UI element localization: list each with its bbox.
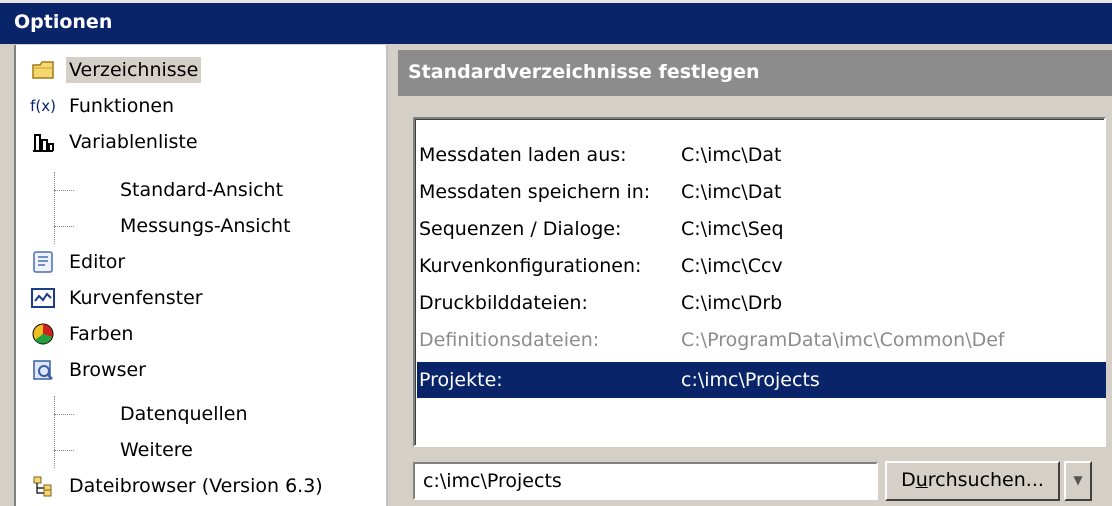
tree-item-weitere[interactable]: Weitere <box>16 432 193 468</box>
folder-icon <box>30 57 56 83</box>
tree-item-standard-ansicht[interactable]: Standard-Ansicht <box>16 172 283 208</box>
tree-item-label: Weitere <box>120 439 193 461</box>
directory-label: Projekte: <box>419 369 503 391</box>
directory-label: Messdaten laden aus: <box>419 144 627 166</box>
tree-item-editor[interactable]: Editor <box>16 244 128 280</box>
directory-row[interactable]: Messdaten speichern in: C:\imc\Dat <box>417 174 1106 210</box>
tree-item-verzeichnisse[interactable]: Verzeichnisse <box>16 52 202 88</box>
tree-item-farben[interactable]: Farben <box>16 316 136 352</box>
browse-label-pre: D <box>901 469 916 491</box>
directory-label: Druckbilddateien: <box>419 292 588 314</box>
curve-window-icon <box>30 285 56 311</box>
window-title-bar: Optionen <box>0 0 1112 44</box>
browse-label-post: rchsuchen... <box>927 469 1044 491</box>
directory-label: Definitionsdateien: <box>419 329 600 351</box>
tree-item-label: Browser <box>69 359 146 381</box>
tree-item-label: Datenquellen <box>120 403 248 425</box>
path-input-value: c:\imc\Projects <box>423 470 562 492</box>
tree-item-funktionen[interactable]: f(x) Funktionen <box>16 88 177 124</box>
tree-item-browser[interactable]: Browser <box>16 352 149 388</box>
tree-item-label: Funktionen <box>69 95 175 117</box>
tree-item-label: Editor <box>69 251 126 273</box>
directory-list[interactable]: Messdaten laden aus: C:\imc\Dat Messdate… <box>413 117 1106 447</box>
tree-item-label: Kurvenfenster <box>69 287 203 309</box>
options-tree[interactable]: Verzeichnisse f(x) Funktionen Variablenl… <box>14 45 388 506</box>
directory-path: C:\imc\Ccv <box>681 255 783 277</box>
splitter[interactable] <box>388 45 398 506</box>
directory-row[interactable]: Druckbilddateien: C:\imc\Drb <box>417 285 1106 321</box>
directory-row[interactable]: Sequenzen / Dialoge: C:\imc\Seq <box>417 211 1106 247</box>
browser-icon <box>30 357 56 383</box>
panel-title: Standardverzeichnisse festlegen <box>408 61 760 83</box>
file-browser-icon <box>30 473 56 499</box>
browse-label-mnemonic: u <box>915 469 928 491</box>
directory-row-selected[interactable]: Projekte: c:\imc\Projects <box>417 362 1106 398</box>
tree-item-datenquellen[interactable]: Datenquellen <box>16 396 248 432</box>
tree-item-label: Farben <box>69 323 134 345</box>
directory-path: C:\imc\Dat <box>681 181 782 203</box>
directory-path: C:\ProgramData\imc\Common\Def <box>681 329 1005 351</box>
directory-row-disabled: Definitionsdateien: C:\ProgramData\imc\C… <box>417 322 1106 358</box>
editor-icon <box>30 249 56 275</box>
chevron-down-icon: ▼ <box>1073 473 1083 487</box>
variable-list-icon <box>30 129 56 155</box>
directory-path: C:\imc\Dat <box>681 144 782 166</box>
colors-icon <box>30 321 56 347</box>
directory-label: Kurvenkonfigurationen: <box>419 255 642 277</box>
tree-item-label: Dateibrowser (Version 6.3) <box>69 475 323 497</box>
directory-path: c:\imc\Projects <box>681 369 820 391</box>
browse-button[interactable]: Durchsuchen... <box>885 461 1060 501</box>
tree-item-label: Messungs-Ansicht <box>120 215 291 237</box>
panel-header: Standardverzeichnisse festlegen <box>398 50 1112 96</box>
directory-path: C:\imc\Seq <box>681 218 784 240</box>
directory-row[interactable]: Messdaten laden aus: C:\imc\Dat <box>417 137 1106 173</box>
tree-item-messungs-ansicht[interactable]: Messungs-Ansicht <box>16 208 291 244</box>
tree-item-dateibrowser[interactable]: Dateibrowser (Version 6.3) <box>16 468 326 504</box>
tree-item-label: Verzeichnisse <box>66 57 202 83</box>
window-title: Optionen <box>14 11 113 33</box>
directory-label: Sequenzen / Dialoge: <box>419 218 622 240</box>
tree-item-label: Standard-Ansicht <box>120 179 284 201</box>
tree-item-kurvenfenster[interactable]: Kurvenfenster <box>16 280 206 316</box>
tree-item-label: Variablenliste <box>69 131 198 153</box>
directory-label: Messdaten speichern in: <box>419 181 651 203</box>
directory-path: C:\imc\Drb <box>681 292 783 314</box>
directory-row[interactable]: Kurvenkonfigurationen: C:\imc\Ccv <box>417 248 1106 284</box>
path-input[interactable]: c:\imc\Projects <box>413 462 878 500</box>
function-icon: f(x) <box>30 97 56 115</box>
dropdown-arrow-button[interactable]: ▼ <box>1064 461 1092 501</box>
tree-item-variablenliste[interactable]: Variablenliste <box>16 124 201 160</box>
